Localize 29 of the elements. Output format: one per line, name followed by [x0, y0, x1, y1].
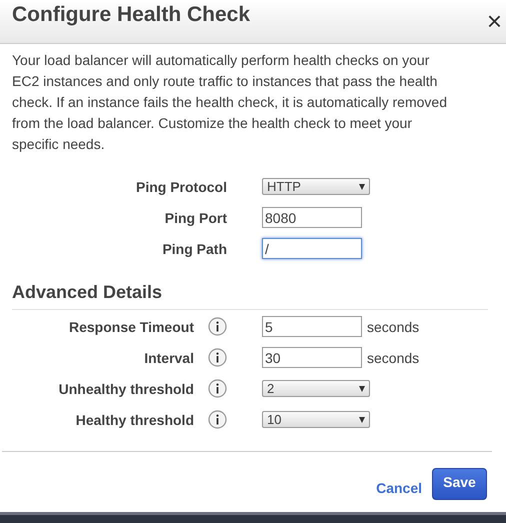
field-label: Ping Path [161, 240, 227, 256]
field-label: Ping Protocol [135, 178, 227, 194]
input-field[interactable]: 8080 [262, 207, 362, 228]
unit-label: seconds [367, 318, 420, 334]
input-field[interactable]: 5 [262, 316, 362, 337]
info-icon[interactable] [208, 348, 227, 367]
field-label: Interval [143, 350, 194, 366]
info-icon[interactable] [208, 317, 227, 336]
caret-icon [359, 184, 365, 190]
caret-icon [359, 386, 365, 392]
info-icon[interactable] [208, 410, 227, 429]
dropdown[interactable]: HTTP [262, 178, 370, 195]
caret-icon [359, 416, 365, 422]
dialog-title: Configure Health Check [12, 3, 250, 27]
unit-label: seconds [367, 350, 420, 366]
dropdown[interactable]: 10 [262, 411, 370, 428]
field-label: Response Timeout [68, 318, 194, 334]
description-text: Your load balancer will automatically perform health checks on your EC2 instances and only route traffic to instances that pass the health check. If an instance fails the health check, it is automatically removed from the load balancer. Customize the health check to meet your specific needs. [12, 51, 448, 154]
section-title: Advanced Details [12, 282, 164, 303]
close-button[interactable]: × [482, 8, 506, 34]
input-field[interactable]: / [262, 238, 362, 259]
save-button[interactable]: Save [432, 468, 487, 500]
info-icon[interactable] [208, 379, 227, 398]
field-label: Healthy threshold [74, 412, 194, 428]
cancel-link[interactable]: Cancel [376, 480, 422, 496]
input-field[interactable]: 30 [262, 347, 362, 368]
dropdown[interactable]: 2 [262, 380, 370, 397]
field-label: Ping Port [164, 210, 227, 226]
field-label: Unhealthy threshold [58, 380, 194, 396]
